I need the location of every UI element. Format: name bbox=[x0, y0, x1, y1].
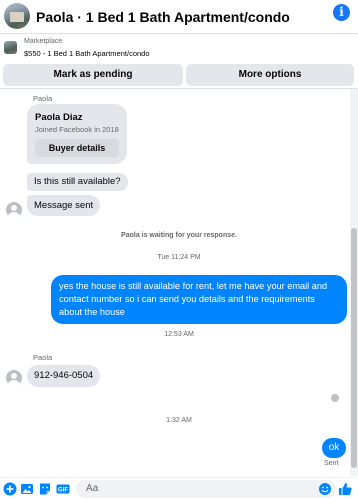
message-bubble-incoming[interactable]: Is this still available? bbox=[27, 173, 128, 191]
composer-bar: GIF Aa bbox=[0, 477, 358, 500]
message-bubble-outgoing[interactable]: ok bbox=[322, 438, 346, 458]
chat-header: Paola · 1 Bed 1 Bath Apartment/condo i bbox=[0, 0, 358, 34]
mark-as-pending-button[interactable]: Mark as pending bbox=[3, 64, 183, 86]
timestamp: Tue 11:24 PM bbox=[157, 254, 201, 261]
emoji-icon[interactable] bbox=[318, 482, 332, 496]
scrollbar-thumb[interactable] bbox=[351, 228, 357, 468]
info-icon[interactable]: i bbox=[333, 4, 350, 21]
waiting-notice: Paola is waiting for your response. bbox=[121, 232, 237, 239]
listing-thumbnail bbox=[4, 41, 17, 54]
seen-avatar-icon bbox=[331, 394, 339, 402]
listing-actions: Mark as pending More options bbox=[0, 64, 358, 86]
chat-title[interactable]: Paola · 1 Bed 1 Bath Apartment/condo bbox=[36, 9, 290, 25]
timestamp: 12:53 AM bbox=[164, 331, 194, 338]
avatar-head bbox=[11, 373, 17, 379]
message-bubble-incoming[interactable]: 912-946-0504 bbox=[27, 365, 101, 387]
listing-avatar[interactable] bbox=[4, 3, 30, 29]
timestamp: 1:32 AM bbox=[166, 417, 192, 424]
avatar-body bbox=[8, 212, 20, 218]
more-options-button[interactable]: More options bbox=[186, 64, 354, 86]
gif-icon[interactable]: GIF bbox=[56, 482, 70, 496]
message-status: Sent bbox=[324, 460, 339, 467]
sender-name: Paola bbox=[33, 94, 53, 103]
sender-name: Paola bbox=[33, 353, 53, 362]
listing-source: Marketplace bbox=[24, 38, 63, 45]
user-avatar-icon bbox=[6, 370, 22, 386]
message-bubble-outgoing[interactable]: yes the house is still available for ren… bbox=[51, 275, 347, 324]
message-bubble-incoming[interactable]: Message sent bbox=[27, 195, 101, 216]
sticker-icon[interactable] bbox=[38, 482, 52, 496]
svg-text:GIF: GIF bbox=[58, 488, 68, 494]
buyer-name: Paola Diaz bbox=[35, 112, 83, 123]
messenger-window: Paola · 1 Bed 1 Bath Apartment/condo i M… bbox=[0, 0, 358, 500]
buyer-joined: Joined Facebook in 2018 bbox=[35, 125, 119, 134]
like-icon[interactable] bbox=[338, 482, 352, 496]
listing-banner[interactable]: Marketplace $550 - 1 Bed 1 Bath Apartmen… bbox=[0, 34, 358, 62]
avatar-body bbox=[8, 380, 20, 386]
buyer-details-button[interactable]: Buyer details bbox=[35, 139, 119, 157]
add-icon[interactable] bbox=[3, 482, 17, 496]
image-icon[interactable] bbox=[20, 482, 34, 496]
avatar-head bbox=[11, 205, 17, 211]
user-avatar-icon bbox=[6, 202, 22, 218]
message-list: Paola Paola Diaz Joined Facebook in 2018… bbox=[0, 89, 358, 476]
listing-description: $550 - 1 Bed 1 Bath Apartment/condo bbox=[24, 49, 150, 58]
buyer-card: Paola Diaz Joined Facebook in 2018 Buyer… bbox=[27, 104, 127, 164]
message-input[interactable]: Aa bbox=[76, 480, 336, 498]
